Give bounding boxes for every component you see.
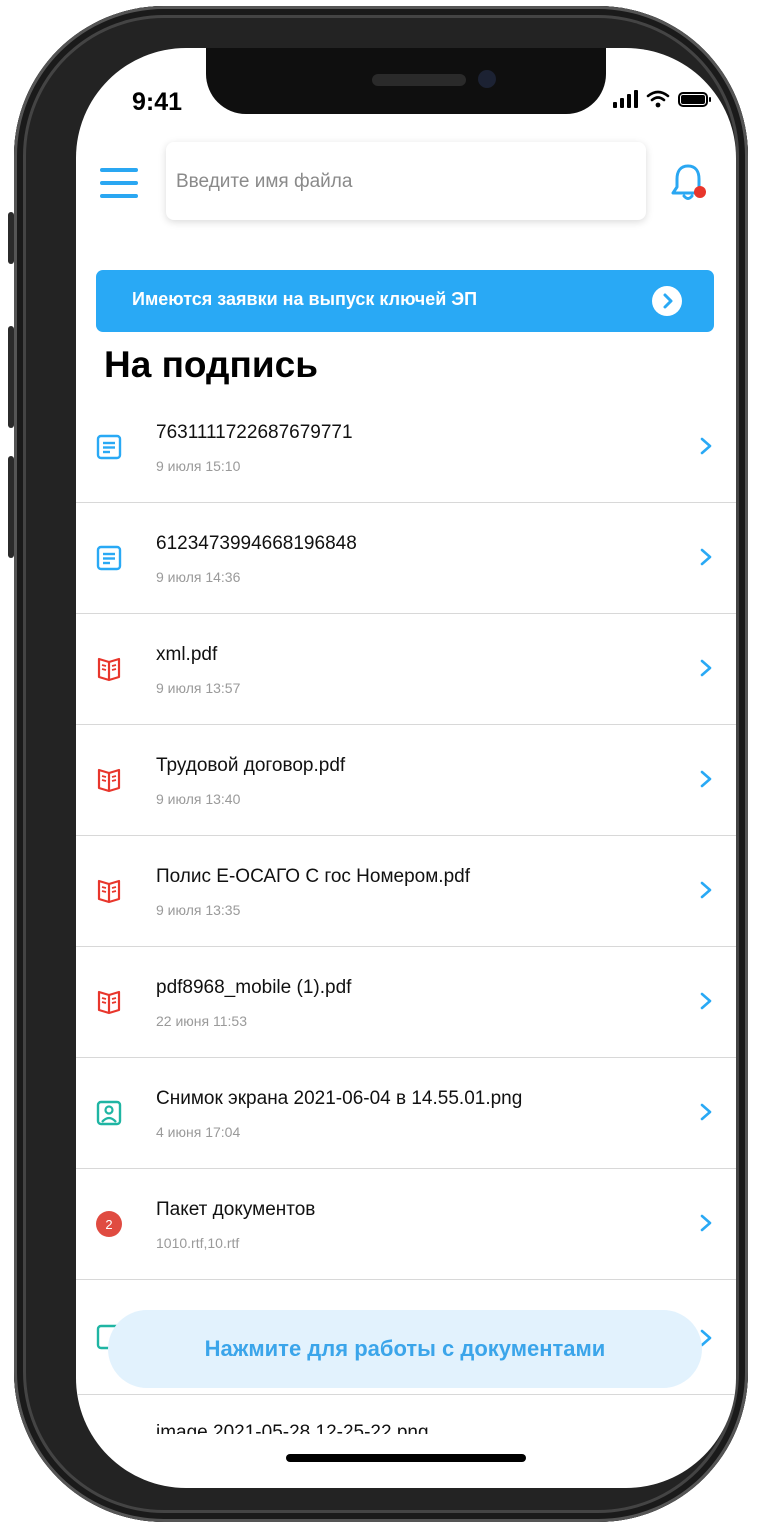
chevron-right-icon [700,1103,712,1121]
work-with-documents-button[interactable]: Нажмите для работы с документами [108,1310,702,1388]
document-date: 4 июня 17:04 [156,1124,241,1140]
search-field[interactable] [166,142,646,222]
package-files: 1010.rtf,10.rtf [156,1235,240,1251]
search-input[interactable] [174,142,638,222]
phone-frame: 9:41 Имеются заявки на выпуск ключей ЭП [8,6,748,1522]
list-item[interactable]: Снимок экрана 2021-06-04 в 14.55.01.png … [76,1058,736,1169]
chevron-right-icon [700,1214,712,1232]
notch [206,48,606,114]
list-item[interactable]: Трудовой договор.pdf 9 июля 13:40 [76,725,736,836]
document-date: 9 июля 14:36 [156,569,241,585]
document-icon [96,545,122,571]
image-icon [96,1100,122,1126]
chevron-right-icon [700,881,712,899]
camera [478,70,496,88]
chevron-right-icon [700,770,712,788]
package-count-badge: 2 [96,1211,122,1237]
list-item[interactable]: Полис Е-ОСАГО С гос Номером.pdf 9 июля 1… [76,836,736,947]
pdf-icon [97,990,121,1015]
pdf-icon [97,657,121,682]
document-name: 7631111722687679771 [156,422,353,443]
wifi-icon [646,90,670,108]
document-date: 9 июля 15:10 [156,458,241,474]
document-name: Трудовой договор.pdf [156,755,346,776]
home-indicator[interactable] [286,1454,526,1462]
pdf-icon [97,768,121,793]
status-icons [613,90,711,108]
chevron-right-icon [700,548,712,566]
notification-dot [694,186,706,198]
document-name: Полис Е-ОСАГО С гос Номером.pdf [156,866,470,887]
chevron-right-icon [700,659,712,677]
speaker [372,74,466,86]
document-date: 9 июля 13:40 [156,791,241,807]
document-list: 7631111722687679771 9 июля 15:10 6123473… [76,392,736,1280]
volume-up-button [8,326,14,428]
chevron-right-icon [700,992,712,1010]
volume-down-button [8,456,14,558]
document-name: Пакет документов [156,1199,316,1220]
list-item[interactable]: 2 Пакет документов 1010.rtf,10.rtf [76,1169,736,1280]
banner-text: Имеются заявки на выпуск ключей ЭП [132,289,478,309]
section-title: На подпись [104,344,318,385]
pdf-icon [97,879,121,904]
mute-switch [8,212,14,264]
list-item[interactable]: pdf8968_mobile (1).pdf 22 июня 11:53 [76,947,736,1058]
list-item[interactable]: 6123473994668196848 9 июля 14:36 [76,503,736,614]
chevron-right-icon [700,437,712,455]
document-name: pdf8968_mobile (1).pdf [156,977,352,998]
document-icon [96,434,122,460]
document-name: xml.pdf [156,644,218,665]
status-time: 9:41 [132,88,183,116]
signal-icon [613,90,638,108]
document-date: 9 июля 13:35 [156,902,241,918]
divider [76,1394,736,1395]
document-date: 22 июня 11:53 [156,1013,247,1029]
document-name: Снимок экрана 2021-06-04 в 14.55.01.png [156,1088,523,1109]
list-item[interactable]: xml.pdf 9 июля 13:57 [76,614,736,725]
bell-icon[interactable] [668,162,708,204]
document-name: image 2021-05-28 12-25-22.png [156,1422,429,1434]
screen: 9:41 Имеются заявки на выпуск ключей ЭП [76,48,736,1488]
list-item[interactable]: 7631111722687679771 9 июля 15:10 [76,392,736,503]
chevron-right-icon [652,286,682,316]
keys-request-banner[interactable]: Имеются заявки на выпуск ключей ЭП [96,270,714,332]
menu-icon[interactable] [100,168,138,198]
battery-icon [678,91,711,107]
document-name: 6123473994668196848 [156,533,357,554]
document-date: 9 июля 13:57 [156,680,241,696]
